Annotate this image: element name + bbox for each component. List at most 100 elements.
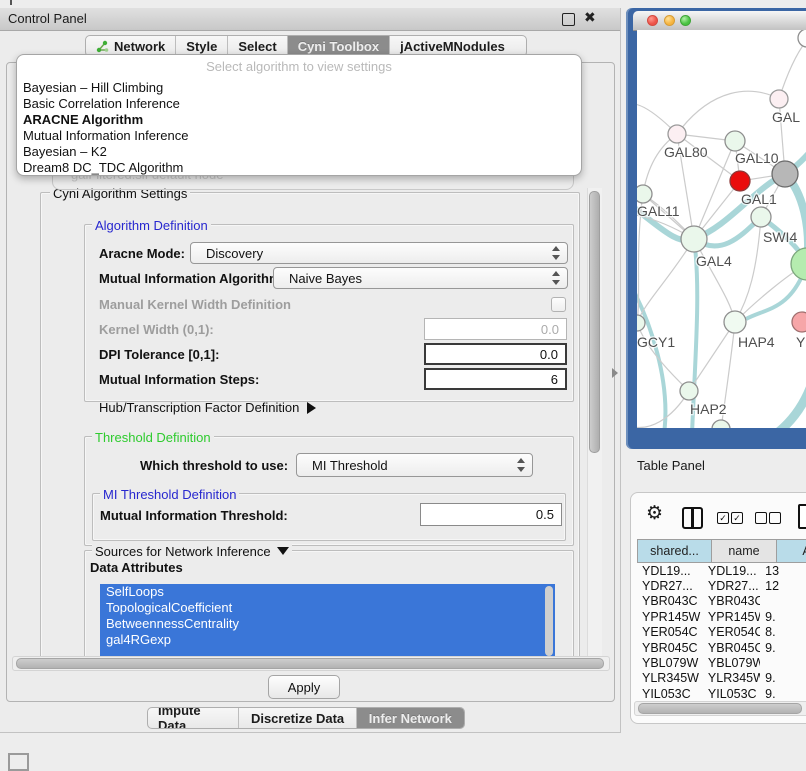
table-hscroll-track[interactable] — [634, 701, 806, 716]
table-row[interactable]: YER054CYER054C8. — [637, 625, 806, 640]
hub-definition-label: Hub/Transcription Factor Definition — [99, 400, 299, 415]
dpi-tolerance-field[interactable]: 0.0 — [424, 343, 567, 365]
mi-threshold-field[interactable]: 0.5 — [420, 503, 562, 526]
network-edge[interactable] — [637, 239, 694, 323]
aracne-mode-combo[interactable]: Discovery — [190, 242, 568, 264]
minimize-traffic-light[interactable] — [664, 15, 675, 26]
algorithm-option[interactable]: Dream8 DC_TDC Algorithm — [17, 160, 581, 176]
attribute-list-item[interactable]: TopologicalCoefficient — [100, 600, 555, 616]
table-row[interactable]: YLR345WYLR345W9. — [637, 671, 806, 686]
tab-cyni-toolbox[interactable]: Cyni Toolbox — [288, 36, 390, 56]
node-big-green[interactable] — [791, 248, 806, 280]
node-partial-top[interactable] — [798, 30, 806, 47]
algorithm-option[interactable]: ARACNE Algorithm — [17, 112, 581, 128]
column-layout-icon[interactable] — [682, 507, 703, 529]
node-gal80[interactable] — [668, 125, 686, 143]
tab-jactivemnodules[interactable]: jActiveMNodules — [390, 36, 515, 56]
table-row[interactable]: YBL079WYBL079W — [637, 655, 806, 670]
float-window-icon[interactable] — [562, 13, 575, 26]
algorithm-option[interactable]: Mutual Information Inference — [17, 128, 581, 144]
node-gal-partial[interactable] — [770, 90, 788, 108]
node-gal11-label: GAL11 — [637, 203, 680, 219]
table-row[interactable]: YBR045CYBR045C9. — [637, 640, 806, 655]
tab-infer-network[interactable]: Infer Network — [357, 708, 464, 728]
settings-hscroll-track[interactable] — [12, 656, 610, 671]
dpi-tolerance-label: DPI Tolerance [0,1]: — [99, 347, 219, 362]
network-edge[interactable] — [677, 91, 779, 134]
table-row[interactable]: YDR27...YDR27...12 — [637, 578, 806, 593]
table-hscroll-thumb[interactable] — [638, 703, 802, 714]
node-gal1[interactable] — [730, 171, 750, 191]
mi-type-combo[interactable]: Naive Bayes — [273, 267, 568, 289]
algorithm-option[interactable]: Basic Correlation Inference — [17, 96, 581, 112]
tab-impute-data[interactable]: Impute Data — [148, 708, 239, 728]
tab-select[interactable]: Select — [228, 36, 287, 56]
algorithm-option[interactable]: Bayesian – K2 — [17, 144, 581, 160]
table-cell: YER054C — [637, 625, 703, 639]
algorithm-option[interactable]: Bayesian – Hill Climbing — [17, 80, 581, 96]
stepper-arrows-icon — [552, 246, 561, 260]
attribute-list-item[interactable]: SelfLoops — [100, 584, 555, 600]
network-canvas[interactable]: GALGAL80GAL10GAL1GAL11SWI4GAL4GCY1HAP4YH… — [637, 30, 806, 428]
hub-definition-toggle[interactable]: Hub/Transcription Factor Definition — [99, 400, 316, 415]
network-edge[interactable] — [694, 239, 735, 322]
zoom-traffic-light[interactable] — [680, 15, 691, 26]
tab-network[interactable]: Network — [86, 36, 176, 56]
select-all-checkbox-icon[interactable]: ✓ — [717, 512, 729, 524]
node-hap2[interactable] — [680, 382, 698, 400]
deselect-checkbox-icon[interactable] — [769, 512, 781, 524]
table-cell: 8. — [760, 625, 806, 639]
node-gal10[interactable] — [725, 131, 745, 151]
network-edge[interactable] — [729, 366, 806, 428]
network-edge[interactable] — [643, 134, 677, 194]
data-attributes-label: Data Attributes — [90, 560, 183, 575]
network-edge[interactable] — [779, 40, 806, 99]
network-edge[interactable] — [637, 282, 665, 428]
which-threshold-combo[interactable]: MI Threshold — [296, 453, 533, 477]
network-window-titlebar[interactable] — [633, 11, 806, 31]
close-icon[interactable]: ✖ — [584, 9, 596, 26]
column-header[interactable]: A — [777, 539, 806, 563]
column-header[interactable]: shared... — [637, 539, 712, 563]
settings-vscroll-thumb[interactable] — [589, 191, 600, 453]
splitter-handle-icon[interactable] — [612, 368, 618, 378]
sources-group-title[interactable]: Sources for Network Inference — [92, 544, 292, 559]
node-gal4[interactable] — [681, 226, 707, 252]
table-cell: 13 — [760, 564, 806, 578]
kernel-width-field[interactable]: 0.0 — [424, 318, 567, 340]
table-row[interactable]: YPR145WYPR145W9. — [637, 609, 806, 624]
tab-discretize-data[interactable]: Discretize Data — [239, 708, 356, 728]
node-partial-bottom[interactable] — [712, 420, 730, 428]
apply-button[interactable]: Apply — [268, 675, 340, 699]
deselect-checkbox-icon[interactable] — [755, 512, 767, 524]
attribute-list-item[interactable]: gal4RGexp — [100, 632, 555, 648]
mi-steps-field[interactable]: 6 — [424, 368, 567, 390]
settings-vscroll-track[interactable] — [587, 188, 602, 670]
document-icon[interactable] — [798, 504, 806, 529]
network-edge[interactable] — [735, 217, 761, 322]
node-y-partial[interactable] — [792, 312, 806, 332]
table-row[interactable]: YIL053CYIL053C9. — [637, 686, 806, 701]
table-cell: YLR345W — [703, 671, 760, 685]
close-traffic-light[interactable] — [647, 15, 658, 26]
tab-style[interactable]: Style — [176, 36, 228, 56]
table-row[interactable]: YBR043CYBR043C — [637, 594, 806, 609]
manual-kernel-checkbox[interactable] — [551, 297, 566, 312]
node-hap4[interactable] — [724, 311, 746, 333]
network-graph[interactable]: GALGAL80GAL10GAL1GAL11SWI4GAL4GCY1HAP4YH… — [637, 30, 806, 428]
table-cell: YBR045C — [703, 641, 760, 655]
select-all-checkbox-icon[interactable]: ✓ — [731, 512, 743, 524]
kernel-width-label: Kernel Width (0,1): — [99, 322, 214, 337]
table-settings-gear-icon[interactable]: ⚙ — [646, 502, 663, 525]
attribute-list-item[interactable]: BetweennessCentrality — [100, 616, 555, 632]
node-swi4[interactable] — [751, 207, 771, 227]
network-edge[interactable] — [637, 146, 806, 240]
table-body[interactable]: YDL19...YDL19...13YDR27...YDR27...12YBR0… — [637, 563, 806, 703]
table-row[interactable]: YDL19...YDL19...13 — [637, 563, 806, 578]
column-header[interactable]: name — [712, 539, 777, 563]
network-view-window[interactable]: GALGAL80GAL10GAL1GAL11SWI4GAL4GCY1HAP4YH… — [626, 8, 806, 449]
attribute-list-scrollbar[interactable] — [545, 586, 553, 656]
data-attributes-list[interactable]: SelfLoopsTopologicalCoefficientBetweenne… — [100, 584, 555, 661]
node-gal11[interactable] — [637, 185, 652, 203]
settings-hscroll-thumb[interactable] — [16, 658, 604, 669]
